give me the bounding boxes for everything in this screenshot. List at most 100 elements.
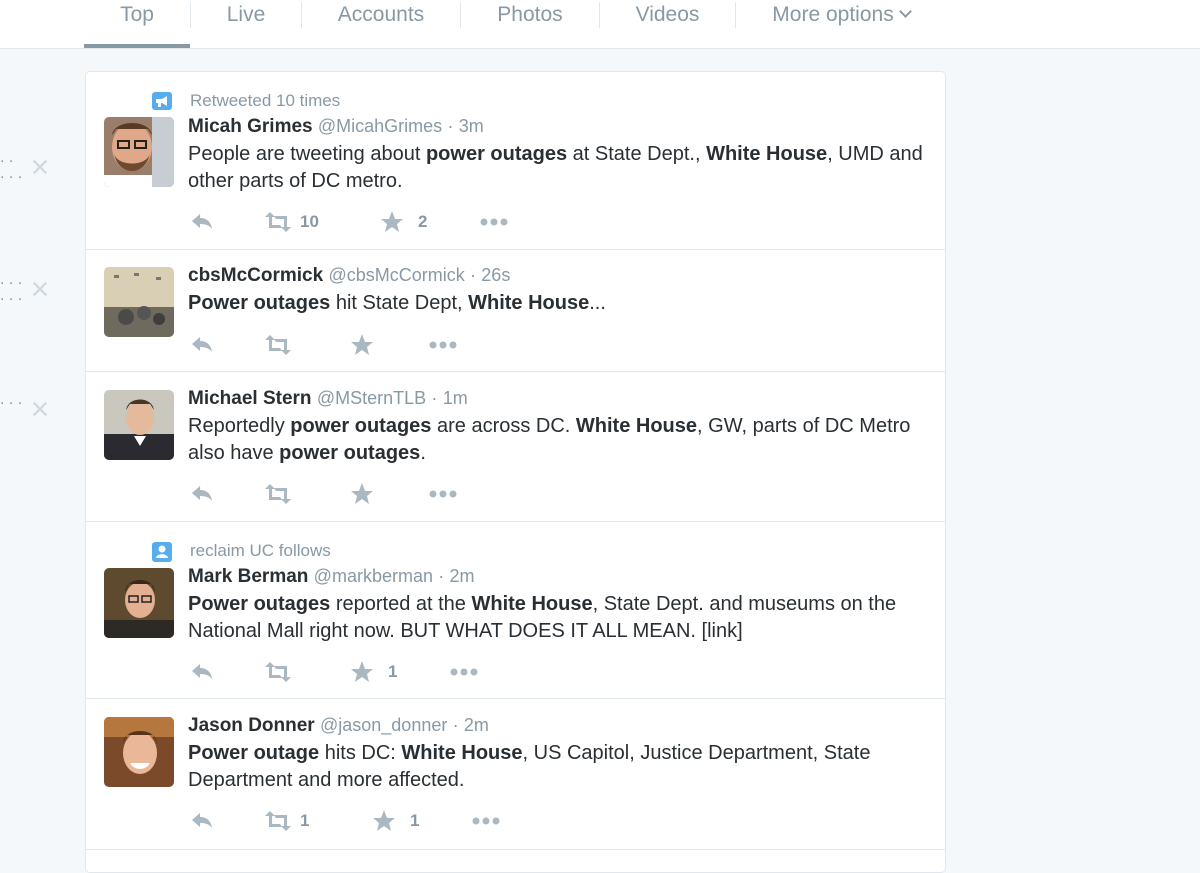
- favorite-count: 2: [418, 212, 428, 231]
- reply-button[interactable]: [188, 333, 216, 357]
- truncated-text: . . .: [0, 391, 23, 408]
- tweet[interactable]: reclaim UC follows Mark Berman @markberm…: [86, 522, 945, 699]
- star-icon: [351, 661, 373, 682]
- more-dots-icon: [450, 668, 478, 676]
- retweet-count: 1: [300, 811, 310, 830]
- highlight-term: White House: [468, 292, 590, 314]
- retweet-button[interactable]: 10: [262, 210, 319, 234]
- highlight-term: power outages: [290, 415, 432, 437]
- more-button[interactable]: [472, 809, 502, 833]
- favorite-button[interactable]: [350, 482, 374, 506]
- retweet-icon: [265, 212, 291, 232]
- tab-accounts[interactable]: Accounts: [302, 0, 460, 46]
- user-handle[interactable]: @cbsMcCormick: [328, 265, 464, 285]
- tweet-header: Micah Grimes @MicahGrimes · 3m: [188, 116, 484, 138]
- tweet-timestamp[interactable]: 2m: [464, 715, 489, 735]
- tab-label: Photos: [497, 3, 563, 26]
- avatar[interactable]: [104, 267, 174, 337]
- tweet-text: Power outages hit State Dept, White Hous…: [188, 290, 928, 317]
- retweet-button[interactable]: 1: [262, 809, 309, 833]
- tweet[interactable]: Jason Donner @jason_donner · 2m Power ou…: [86, 699, 945, 850]
- reply-button[interactable]: [188, 660, 216, 684]
- avatar[interactable]: [104, 117, 174, 187]
- highlight-term: White House: [575, 415, 698, 437]
- more-dots-icon: [480, 218, 508, 226]
- user-fullname[interactable]: Micah Grimes: [188, 116, 313, 137]
- text-segment: hit State Dept,: [330, 292, 469, 314]
- truncated-text: . . . . .: [0, 149, 23, 182]
- more-button[interactable]: [450, 660, 480, 684]
- tab-photos[interactable]: Photos: [461, 0, 599, 46]
- tweet-context: Retweeted 10 times: [152, 91, 340, 111]
- retweet-button[interactable]: [262, 482, 294, 506]
- retweet-button[interactable]: [262, 333, 294, 357]
- close-icon[interactable]: [31, 400, 49, 418]
- reply-button[interactable]: [188, 210, 216, 234]
- close-icon[interactable]: [31, 158, 49, 176]
- who-to-follow-item: . . . . .: [0, 150, 60, 190]
- tab-top[interactable]: Top: [84, 0, 190, 48]
- reply-icon: [192, 813, 212, 828]
- tweet-timestamp[interactable]: 1m: [443, 388, 468, 408]
- more-button[interactable]: [480, 210, 510, 234]
- who-to-follow-item: . . . . . .: [0, 272, 60, 312]
- tweet-timestamp[interactable]: 2m: [450, 566, 475, 586]
- separator-dot: ·: [447, 116, 454, 136]
- favorite-count: 1: [388, 662, 398, 681]
- avatar[interactable]: [104, 568, 174, 638]
- tweet-text: Power outage hits DC: White House, US Ca…: [188, 740, 928, 794]
- more-button[interactable]: [429, 333, 459, 357]
- tweet-text: Power outages reported at the White Hous…: [188, 591, 928, 645]
- user-handle[interactable]: @jason_donner: [320, 715, 447, 735]
- tweet[interactable]: Michael Stern @MSternTLB · 1m Reportedly…: [86, 372, 945, 522]
- retweet-icon: [265, 335, 291, 355]
- tweet-stream: Retweeted 10 times Micah Grimes @MicahGr…: [85, 71, 946, 873]
- text-segment: reported at the: [330, 593, 472, 615]
- close-icon[interactable]: [31, 280, 49, 298]
- tweet[interactable]: Retweeted 10 times Micah Grimes @MicahGr…: [86, 72, 945, 250]
- retweet-button[interactable]: [262, 660, 294, 684]
- star-icon: [351, 334, 373, 355]
- tweet-text: Reportedly power outages are across DC. …: [188, 413, 928, 467]
- reply-icon: [192, 664, 212, 679]
- tweet-timestamp[interactable]: 3m: [459, 116, 484, 136]
- more-button[interactable]: [429, 482, 459, 506]
- tweet-context: reclaim UC follows: [152, 541, 331, 562]
- favorite-button[interactable]: 2: [380, 210, 427, 234]
- tweet-timestamp[interactable]: 26s: [481, 265, 510, 285]
- user-fullname[interactable]: Jason Donner: [188, 715, 315, 736]
- user-handle[interactable]: @markberman: [314, 566, 433, 586]
- user-fullname[interactable]: cbsMcCormick: [188, 265, 323, 286]
- highlight-term: White House: [706, 143, 828, 165]
- user-fullname[interactable]: Mark Berman: [188, 566, 308, 587]
- text-segment: at State Dept.,: [567, 143, 707, 165]
- favorite-button[interactable]: 1: [372, 809, 419, 833]
- more-dots-icon: [429, 490, 457, 498]
- tweet-header: cbsMcCormick @cbsMcCormick · 26s: [188, 265, 510, 287]
- who-to-follow-item: . . .: [0, 392, 60, 432]
- favorite-button[interactable]: [350, 333, 374, 357]
- tab-more-options[interactable]: More options: [736, 0, 946, 46]
- avatar[interactable]: [104, 390, 174, 460]
- user-handle[interactable]: @MSternTLB: [317, 388, 426, 408]
- reply-icon: [192, 337, 212, 352]
- tab-label: Live: [226, 3, 266, 26]
- highlight-term: power outages: [425, 143, 568, 165]
- avatar[interactable]: [104, 717, 174, 787]
- highlight-term: Power outage: [188, 742, 320, 764]
- user-fullname[interactable]: Michael Stern: [188, 388, 312, 409]
- text-segment: are across DC.: [431, 415, 576, 437]
- user-handle[interactable]: @MicahGrimes: [318, 116, 442, 136]
- tab-videos[interactable]: Videos: [600, 0, 735, 46]
- tab-live[interactable]: Live: [191, 0, 301, 46]
- highlight-term: Power outages: [188, 292, 331, 314]
- person-icon: [152, 542, 172, 562]
- favorite-count: 1: [410, 811, 420, 830]
- star-icon: [381, 211, 403, 232]
- favorite-button[interactable]: 1: [350, 660, 397, 684]
- text-segment: People are tweeting about: [188, 143, 426, 165]
- reply-button[interactable]: [188, 809, 216, 833]
- reply-button[interactable]: [188, 482, 216, 506]
- separator-dot: ·: [431, 388, 438, 408]
- tweet[interactable]: cbsMcCormick @cbsMcCormick · 26s Power o…: [86, 249, 945, 372]
